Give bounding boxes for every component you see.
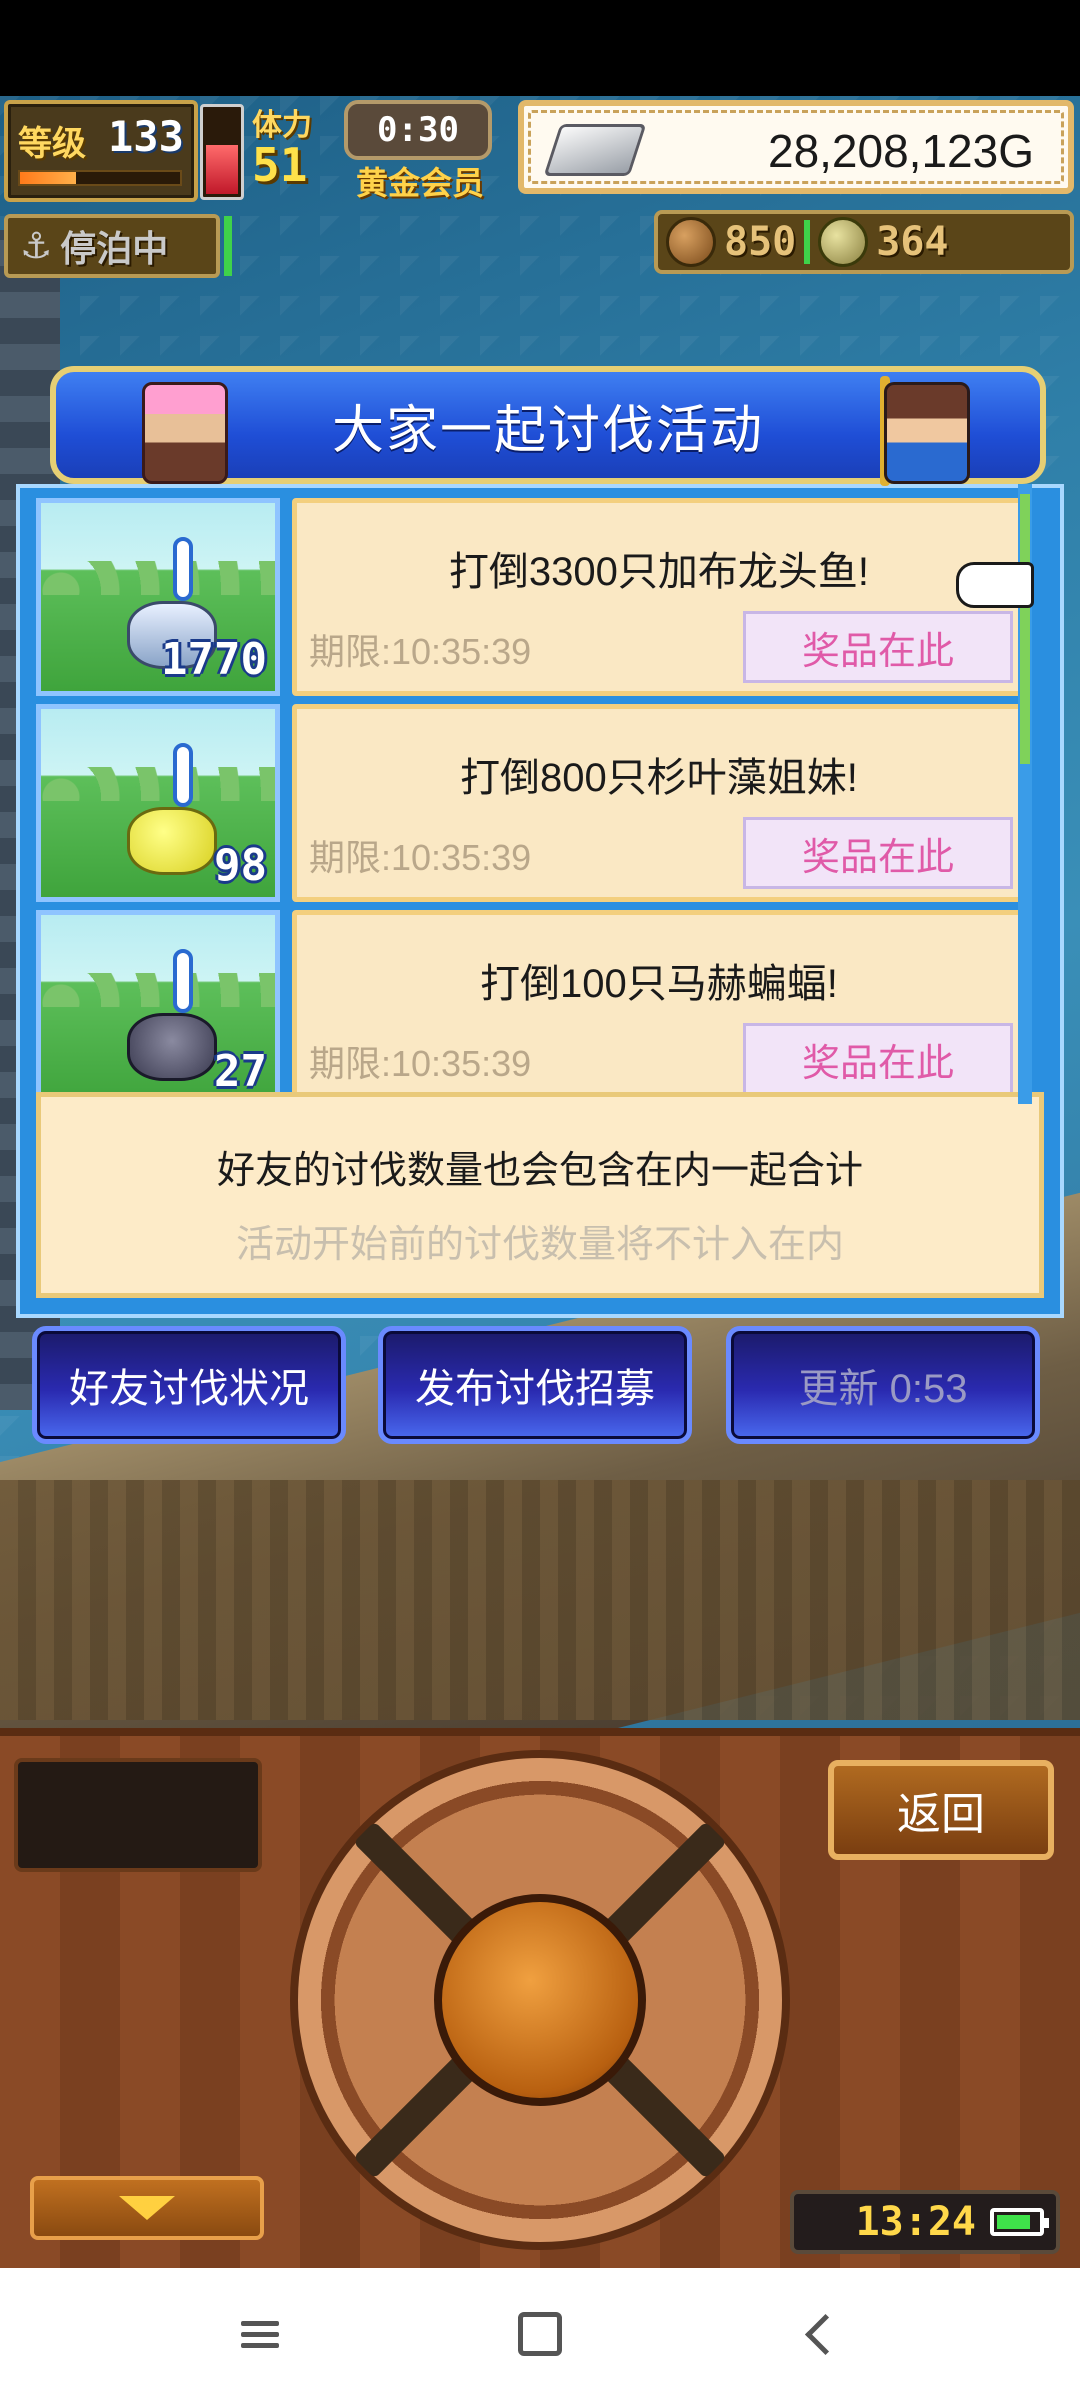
nav-back-button[interactable]	[790, 2304, 850, 2364]
scrollbar-thumb[interactable]	[1020, 494, 1030, 764]
prize-button[interactable]: 奖品在此	[743, 1023, 1013, 1095]
battery-icon	[990, 2208, 1049, 2236]
event-title: 大家一起讨伐活动	[331, 401, 764, 460]
mission-thumbnail: 1770	[36, 498, 280, 696]
stamina-gauge	[200, 104, 244, 200]
money-value: 28,208,123G	[767, 125, 1034, 177]
back-button[interactable]: 返回	[828, 1760, 1054, 1860]
mission-deadline: 期限:10:35:39	[309, 837, 532, 878]
mission-row[interactable]: 1770 打倒3300只加布龙头鱼! 期限:10:35:39 奖品在此	[36, 498, 1026, 696]
stamina-value: 51	[252, 138, 308, 192]
menu-icon[interactable]	[230, 2304, 290, 2364]
event-panel: 1770 打倒3300只加布龙头鱼! 期限:10:35:39 奖品在此 98 打…	[16, 366, 1064, 1322]
friends-status-button[interactable]: 好友讨伐状况	[32, 1326, 346, 1444]
mission-deadline: 期限:10:35:39	[309, 1043, 532, 1084]
system-nav-bar	[0, 2268, 1080, 2400]
alert-icon	[173, 537, 193, 601]
kill-count: 98	[214, 840, 267, 891]
mission-card: 打倒3300只加布龙头鱼! 期限:10:35:39 奖品在此	[292, 498, 1026, 696]
event-panel-header: 大家一起讨伐活动	[50, 366, 1046, 486]
event-panel-body: 1770 打倒3300只加布龙头鱼! 期限:10:35:39 奖品在此 98 打…	[16, 484, 1064, 1318]
mission-title: 打倒800只杉叶藻姐妹!	[460, 756, 858, 800]
level-label: 等级	[18, 124, 86, 164]
resource-bar: 850 364	[654, 210, 1074, 274]
vip-label: 黄金会员	[356, 164, 485, 202]
back-arrow-icon	[804, 2313, 846, 2355]
character-avatar-right	[884, 382, 970, 484]
dock-status-indicator	[224, 216, 232, 276]
kill-count: 27	[214, 1046, 267, 1097]
dpad-center-button[interactable]	[434, 1894, 646, 2106]
mission-row[interactable]: 98 打倒800只杉叶藻姐妹! 期限:10:35:39 奖品在此	[36, 704, 1026, 902]
money-display: 28,208,123G	[518, 100, 1074, 194]
info-sub-text: 活动开始前的讨伐数量将不计入在内	[235, 1224, 844, 1266]
seed-count: 850	[724, 219, 797, 265]
mission-title: 打倒100只马赫蝙蝠!	[480, 962, 838, 1006]
mission-thumbnail: 98	[36, 704, 280, 902]
dock-status-label: 停泊中	[60, 229, 169, 270]
mission-card: 打倒100只马赫蝙蝠! 期限:10:35:39 奖品在此	[292, 910, 1026, 1108]
seed-icon	[666, 217, 716, 267]
refresh-button[interactable]: 更新 0:53	[726, 1326, 1040, 1444]
bat-monster-icon	[127, 1013, 217, 1081]
empty-slot	[14, 1758, 262, 1872]
medal-count: 364	[876, 219, 949, 265]
clock-time: 13:24	[855, 2199, 976, 2245]
menu-toggle-button[interactable]	[30, 2176, 264, 2240]
kill-count: 1770	[161, 634, 267, 685]
dock-status: ⚓ 停泊中	[4, 214, 220, 278]
alert-icon	[173, 743, 193, 807]
recruit-button[interactable]: 发布讨伐招募	[378, 1326, 692, 1444]
stamina-timer: 0:30	[344, 100, 492, 160]
home-button[interactable]	[510, 2304, 570, 2364]
silver-bar-icon	[543, 124, 647, 176]
experience-fill	[20, 172, 76, 184]
arrow-down-icon	[119, 2196, 175, 2220]
alert-icon	[173, 949, 193, 1013]
slime-monster-icon	[127, 807, 217, 875]
stamina-fill	[206, 144, 238, 194]
level-value: 133	[108, 112, 184, 161]
mission-card: 打倒800只杉叶藻姐妹! 期限:10:35:39 奖品在此	[292, 704, 1026, 902]
medal-icon	[818, 217, 869, 267]
mission-row[interactable]: 27 打倒100只马赫蝙蝠! 期限:10:35:39 奖品在此	[36, 910, 1026, 1108]
experience-bar	[18, 170, 182, 186]
battery-fill	[997, 2215, 1031, 2229]
mission-thumbnail: 27	[36, 910, 280, 1108]
wooden-dock	[0, 1480, 1080, 1720]
home-icon	[518, 2312, 562, 2356]
event-info-box: 好友的讨伐数量也会包含在内一起合计 活动开始前的讨伐数量将不计入在内	[36, 1092, 1044, 1298]
resource-divider	[804, 220, 811, 264]
prize-button[interactable]: 奖品在此	[743, 611, 1013, 683]
anchor-icon: ⚓	[20, 225, 53, 267]
mission-deadline: 期限:10:35:39	[309, 631, 532, 672]
pointer-hand-icon	[956, 562, 1034, 608]
prize-button[interactable]: 奖品在此	[743, 817, 1013, 889]
mission-title: 打倒3300只加布龙头鱼!	[448, 550, 870, 594]
info-main-text: 好友的讨伐数量也会包含在内一起合计	[216, 1150, 863, 1192]
character-avatar-left	[142, 382, 228, 484]
clock-display: 13:24	[790, 2190, 1060, 2254]
level-indicator: 等级 133	[4, 100, 198, 202]
